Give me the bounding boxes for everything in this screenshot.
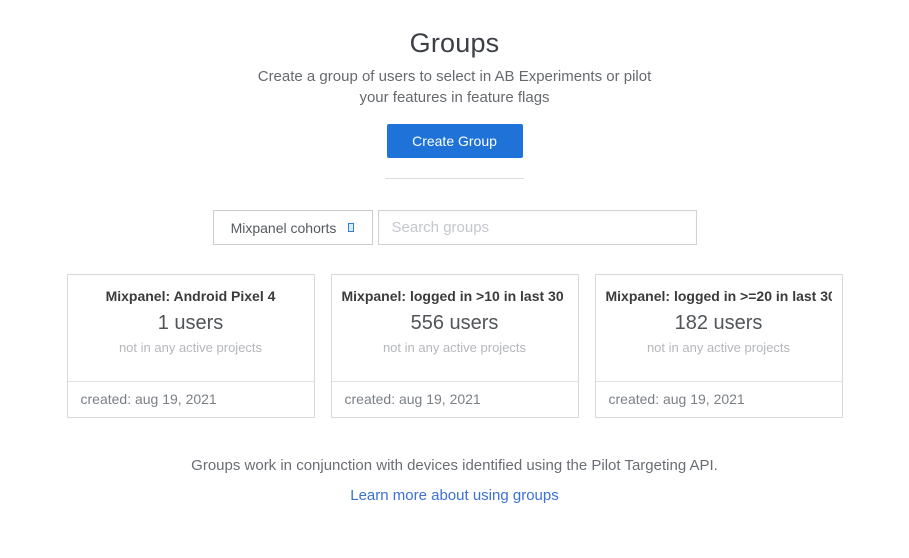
- footer-info-text: Groups work in conjunction with devices …: [0, 457, 909, 474]
- page-title: Groups: [0, 0, 909, 60]
- group-card[interactable]: Mixpanel: logged in >=20 in last 30... 1…: [595, 274, 843, 418]
- group-card-body: Mixpanel: logged in >10 in last 30 ... 5…: [332, 275, 578, 381]
- divider: [385, 178, 524, 179]
- filter-row: Mixpanel cohorts: [0, 210, 909, 245]
- group-projects-note: not in any active projects: [342, 340, 568, 355]
- group-user-count: 1 users: [78, 312, 304, 335]
- groups-page: Groups Create a group of users to select…: [0, 0, 909, 558]
- group-created-date: created: aug 19, 2021: [332, 381, 578, 417]
- dropdown-indicator-icon: [348, 223, 354, 232]
- group-card[interactable]: Mixpanel: Android Pixel 4 1 users not in…: [67, 274, 315, 418]
- search-groups-input[interactable]: [378, 210, 697, 245]
- cohort-source-dropdown[interactable]: Mixpanel cohorts: [213, 210, 373, 245]
- group-created-date: created: aug 19, 2021: [68, 381, 314, 417]
- group-name: Mixpanel: Android Pixel 4: [78, 288, 304, 304]
- group-card[interactable]: Mixpanel: logged in >10 in last 30 ... 5…: [331, 274, 579, 418]
- group-name: Mixpanel: logged in >10 in last 30 ...: [342, 288, 568, 304]
- group-created-date: created: aug 19, 2021: [596, 381, 842, 417]
- create-group-button[interactable]: Create Group: [387, 124, 523, 158]
- group-cards: Mixpanel: Android Pixel 4 1 users not in…: [0, 274, 909, 418]
- page-subtitle: Create a group of users to select in AB …: [257, 66, 653, 108]
- footer-link-wrap: Learn more about using groups: [0, 487, 909, 505]
- group-card-body: Mixpanel: Android Pixel 4 1 users not in…: [68, 275, 314, 381]
- group-projects-note: not in any active projects: [78, 340, 304, 355]
- group-user-count: 556 users: [342, 312, 568, 335]
- learn-more-link[interactable]: Learn more about using groups: [350, 487, 558, 504]
- group-card-body: Mixpanel: logged in >=20 in last 30... 1…: [596, 275, 842, 381]
- cohort-source-label: Mixpanel cohorts: [231, 220, 337, 236]
- group-projects-note: not in any active projects: [606, 340, 832, 355]
- group-user-count: 182 users: [606, 312, 832, 335]
- group-name: Mixpanel: logged in >=20 in last 30...: [606, 288, 832, 304]
